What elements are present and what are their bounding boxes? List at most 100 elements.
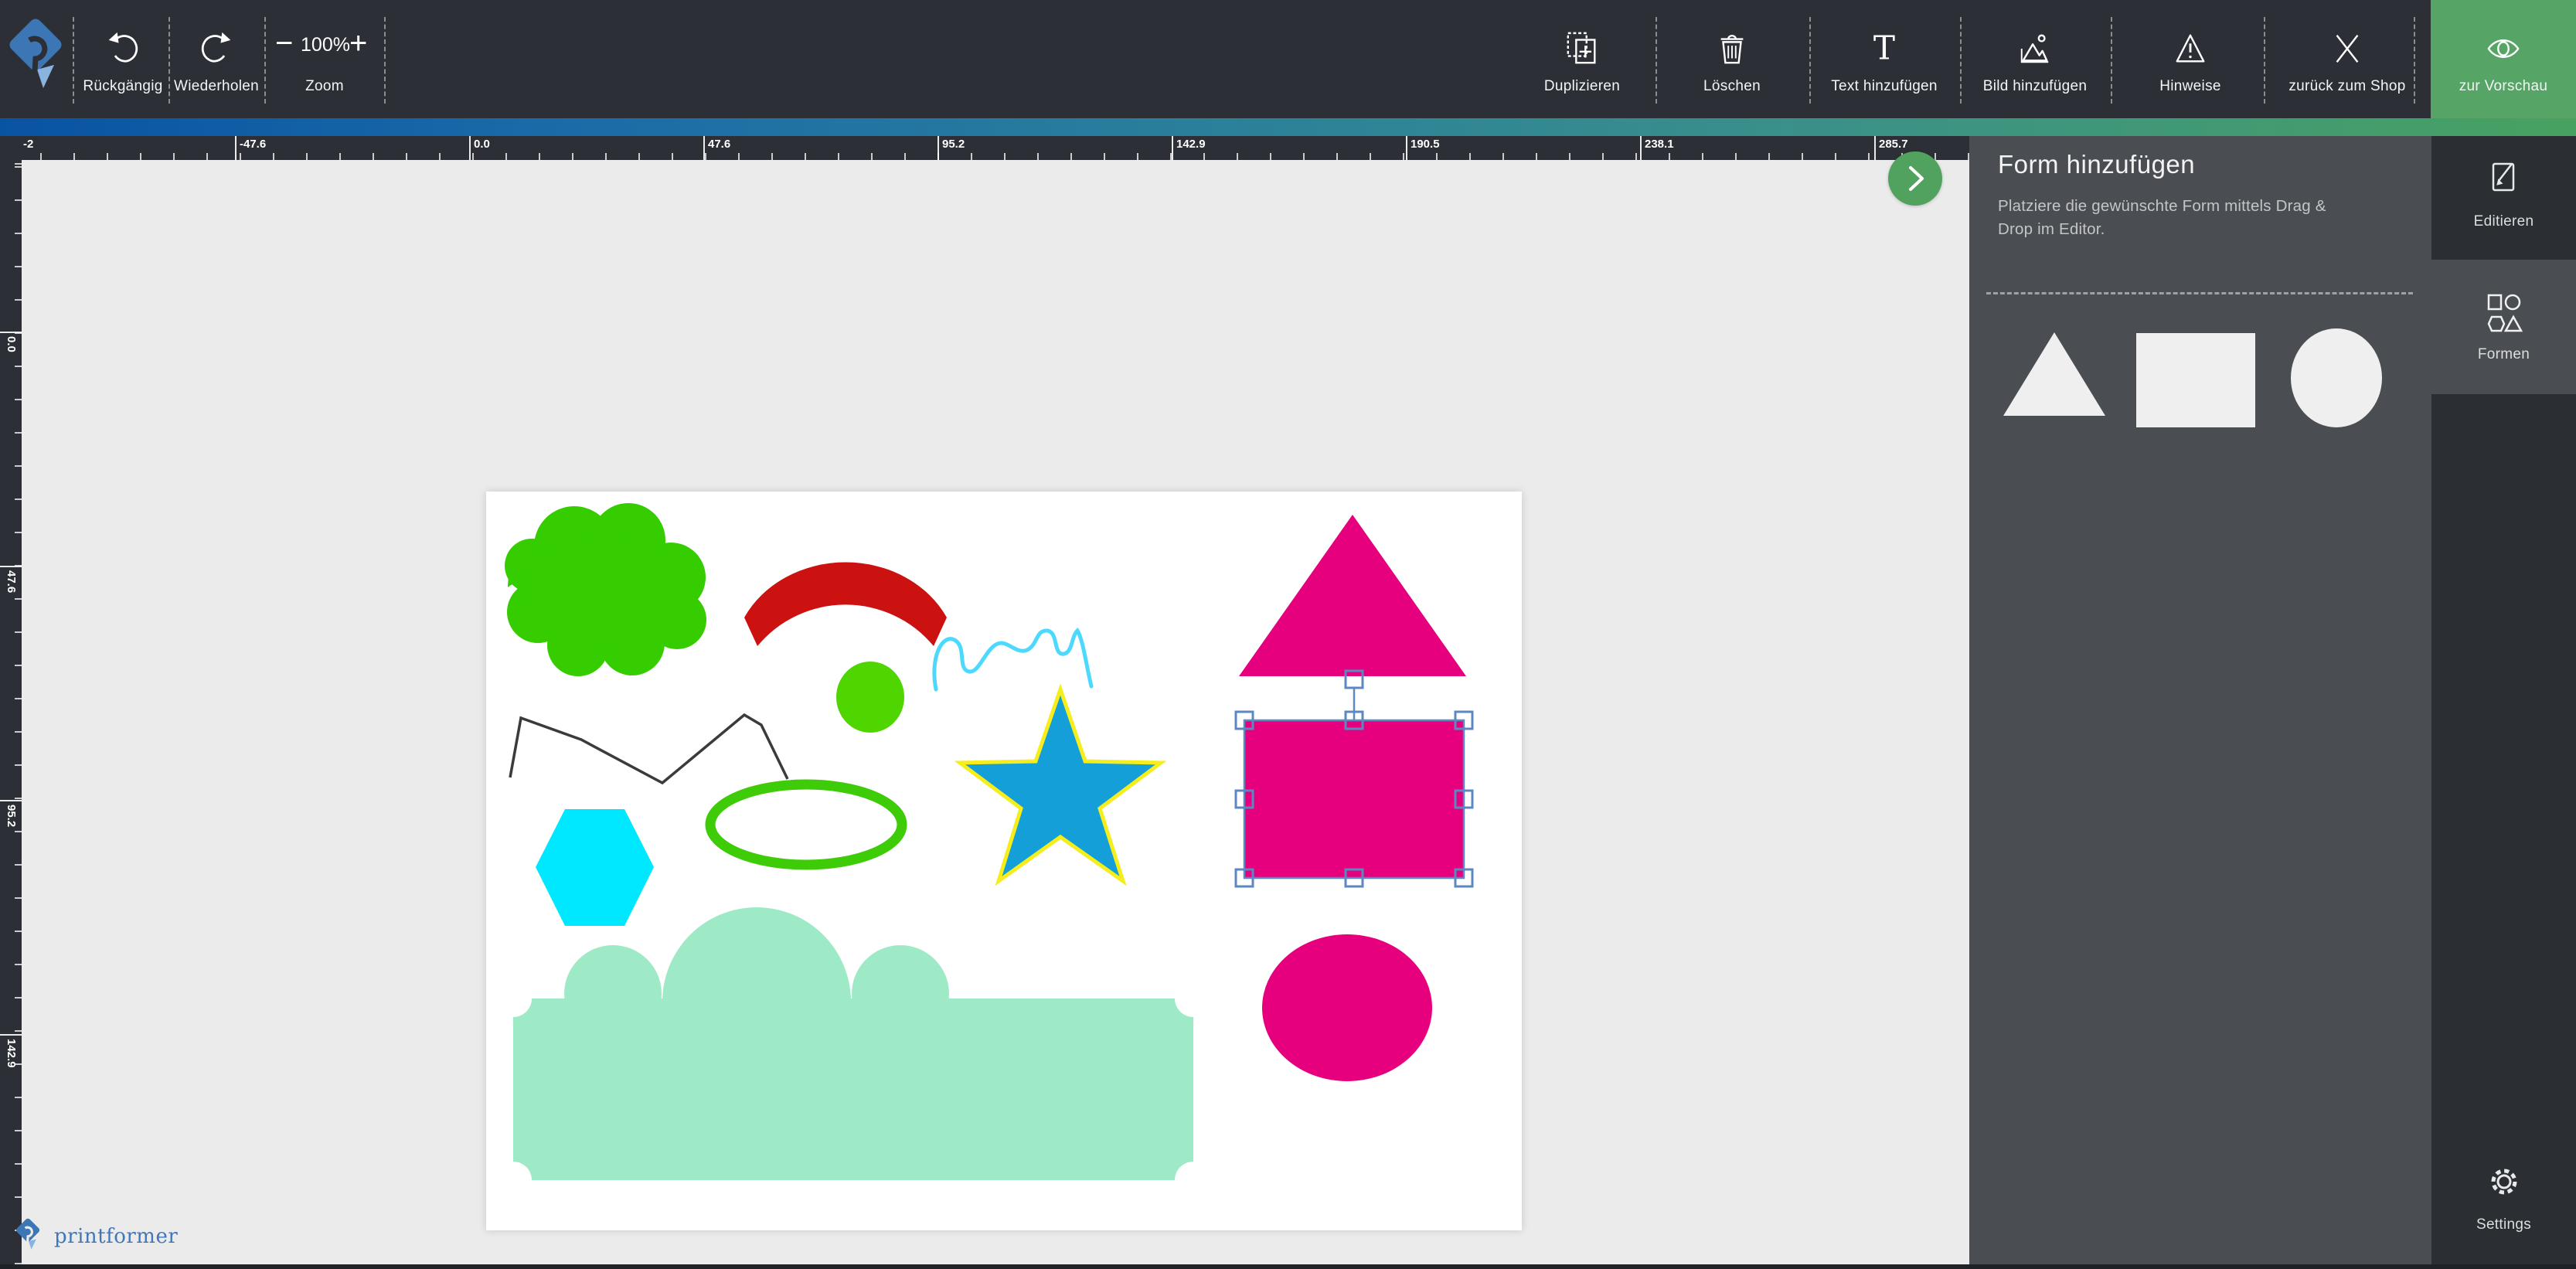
ruler-tick-label: 142.9 (1176, 138, 1206, 151)
sidebar-item-editieren[interactable]: Editieren (2431, 136, 2576, 260)
ruler-horizontal-minor-ticks (22, 153, 1969, 160)
ruler-tick (703, 136, 705, 160)
close-icon (2329, 31, 2365, 66)
add-image-button[interactable]: Bild hinzufügen (1968, 0, 2102, 118)
accent-gradient-bar (0, 118, 2576, 136)
shape-plaque-cloud[interactable] (513, 907, 1193, 1180)
sidebar-item-settings-label: Settings (2431, 1216, 2576, 1233)
workspace (22, 160, 1969, 1269)
ruler-tick-label: 190.5 (1411, 138, 1440, 151)
text-icon: T (1866, 31, 1902, 66)
ruler-tick (0, 566, 22, 567)
undo-button[interactable]: Rückgängig (76, 0, 170, 118)
shape-fan[interactable] (744, 563, 947, 646)
ruler-tick-label: 0.0 (474, 138, 490, 151)
ruler-tick (1172, 136, 1173, 160)
ruler-vertical-minor-ticks (15, 136, 22, 1269)
ruler-tick-label: 238.1 (1645, 138, 1674, 151)
panel-collapse-button[interactable] (1888, 151, 1942, 206)
hints-button[interactable]: Hinweise (2123, 0, 2258, 118)
zoom-level: 100% (298, 34, 352, 56)
add-text-button[interactable]: T Text hinzufügen (1817, 0, 1952, 118)
add-image-label: Bild hinzufügen (1968, 78, 2102, 95)
back-to-shop-button[interactable]: zurück zum Shop (2270, 0, 2425, 118)
toolbar-separator (384, 17, 386, 104)
shape-thumb-triangle[interactable] (2001, 328, 2108, 420)
ruler-tick-label: 285.7 (1879, 138, 1908, 151)
chevron-right-icon (1888, 151, 1942, 206)
panel-description: Platziere die gewünschte Form mittels Dr… (1998, 195, 2338, 240)
ruler-tick (1406, 136, 1407, 160)
ruler-horizontal: -2-47.60.047.695.2142.9190.5238.1285.7 (22, 136, 1969, 160)
shape-small-circle[interactable] (836, 662, 904, 733)
canvas-shapes-layer (486, 492, 1522, 1230)
printformer-logo-icon (9, 11, 65, 107)
printformer-logo[interactable] (9, 11, 65, 107)
printformer-footer-icon (11, 1215, 46, 1258)
eye-icon (2483, 31, 2523, 66)
delete-label: Löschen (1665, 78, 1799, 95)
zoom-in-button[interactable]: + (349, 28, 367, 59)
shape-pink-circle[interactable] (1262, 934, 1432, 1081)
brand-name: printformer (54, 1225, 178, 1248)
ruler-tick (1874, 136, 1876, 160)
back-to-shop-label: zurück zum Shop (2270, 78, 2425, 95)
svg-text:T: T (1873, 31, 1895, 66)
duplicate-icon (1564, 31, 1600, 66)
delete-button[interactable]: Löschen (1665, 0, 1799, 118)
redo-button[interactable]: Wiederholen (169, 0, 264, 118)
toolbar-separator (1809, 17, 1811, 104)
edit-icon (2486, 158, 2523, 195)
toolbar-separator (1656, 17, 1657, 104)
shape-zigzag[interactable] (510, 715, 788, 783)
ruler-tick (1640, 136, 1642, 160)
warning-icon (2173, 31, 2208, 66)
toolbar: Rückgängig Wiederholen − 100% + Zoom Dup… (0, 0, 2576, 118)
ruler-tick-label: 47.6 (5, 570, 18, 593)
brand-footer: printformer (11, 1213, 178, 1260)
ruler-tick-label: -47.6 (240, 138, 266, 151)
ruler-tick (0, 800, 22, 801)
undo-label: Rückgängig (76, 78, 170, 95)
sidebar-item-formen[interactable]: Formen (2431, 260, 2576, 394)
zoom-label: Zoom (264, 78, 385, 95)
ruler-tick (0, 332, 22, 333)
panel-title: Form hinzufügen (1998, 150, 2195, 179)
ruler-tick-label: 95.2 (942, 138, 965, 151)
undo-icon (106, 31, 140, 65)
bottom-edge (0, 1264, 2576, 1269)
image-icon (2017, 31, 2053, 66)
duplicate-button[interactable]: Duplizieren (1515, 0, 1649, 118)
preview-label: zur Vorschau (2431, 78, 2576, 95)
shapes-panel: Form hinzufügen Platziere die gewünschte… (1969, 136, 2431, 1269)
preview-button[interactable]: zur Vorschau (2431, 0, 2576, 118)
duplicate-label: Duplizieren (1515, 78, 1649, 95)
ruler-tick-label: 47.6 (708, 138, 730, 151)
sidebar-item-editieren-label: Editieren (2431, 213, 2576, 230)
sidebar-item-settings[interactable]: Settings (2431, 1152, 2576, 1269)
shape-star[interactable] (960, 689, 1161, 881)
sidebar: Editieren Formen Settings (2431, 136, 2576, 1269)
hints-label: Hinweise (2123, 78, 2258, 95)
shape-ellipse-outline[interactable] (710, 784, 902, 865)
sidebar-item-formen-label: Formen (2431, 346, 2576, 363)
ruler-tick (235, 136, 237, 160)
gear-icon (2485, 1162, 2523, 1201)
ruler-tick-label: 0.0 (5, 336, 18, 352)
shape-squiggle[interactable] (934, 631, 1091, 689)
shape-rectangle-selected[interactable] (1244, 720, 1464, 878)
toolbar-separator (73, 17, 74, 104)
shape-cloud[interactable] (505, 503, 706, 676)
shape-hexagon[interactable] (536, 809, 654, 926)
ruler-tick (469, 136, 471, 160)
zoom-control: − 100% + Zoom (264, 0, 385, 118)
shape-thumb-circle[interactable] (2290, 328, 2383, 428)
shape-thumb-square[interactable] (2135, 332, 2256, 428)
shape-triangle[interactable] (1239, 515, 1466, 676)
toolbar-separator (2111, 17, 2112, 104)
toolbar-separator (2264, 17, 2265, 104)
panel-divider (1986, 292, 2413, 294)
ruler-vertical: 0.047.695.2142.9 (0, 136, 22, 1269)
redo-icon (199, 31, 233, 65)
zoom-out-button[interactable]: − (275, 28, 293, 59)
